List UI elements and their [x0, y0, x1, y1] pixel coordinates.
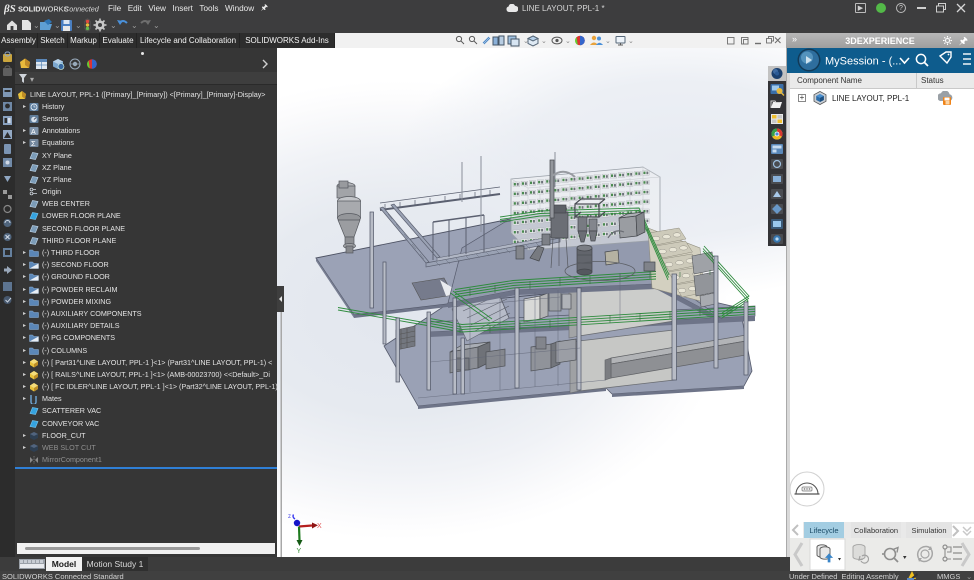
svg-text:z: z — [288, 514, 291, 520]
svg-text:Σ: Σ — [31, 139, 36, 148]
svg-text:SOLIDWORKS: SOLIDWORKS — [18, 5, 69, 14]
svg-text:⌄: ⌄ — [605, 38, 611, 45]
svg-text:▾: ▾ — [30, 75, 34, 84]
svg-text:⌄: ⌄ — [54, 21, 61, 30]
svg-text:A: A — [31, 129, 36, 136]
svg-text:⌄: ⌄ — [110, 21, 117, 30]
svg-text:⌄: ⌄ — [565, 38, 571, 45]
svg-text:⌄: ⌄ — [628, 38, 634, 45]
svg-text:Y: Y — [297, 548, 302, 555]
svg-text:⌄: ⌄ — [541, 38, 547, 45]
svg-text:X: X — [317, 523, 322, 530]
svg-text:⌄: ⌄ — [131, 21, 138, 30]
svg-text:MySession - (...: MySession - (... — [825, 56, 901, 68]
svg-text:⌄: ⌄ — [33, 21, 40, 30]
svg-text:⌄: ⌄ — [153, 21, 160, 30]
svg-text:⌄: ⌄ — [75, 21, 82, 30]
svg-text:Connected: Connected — [64, 5, 100, 14]
svg-text:βS: βS — [4, 3, 16, 15]
